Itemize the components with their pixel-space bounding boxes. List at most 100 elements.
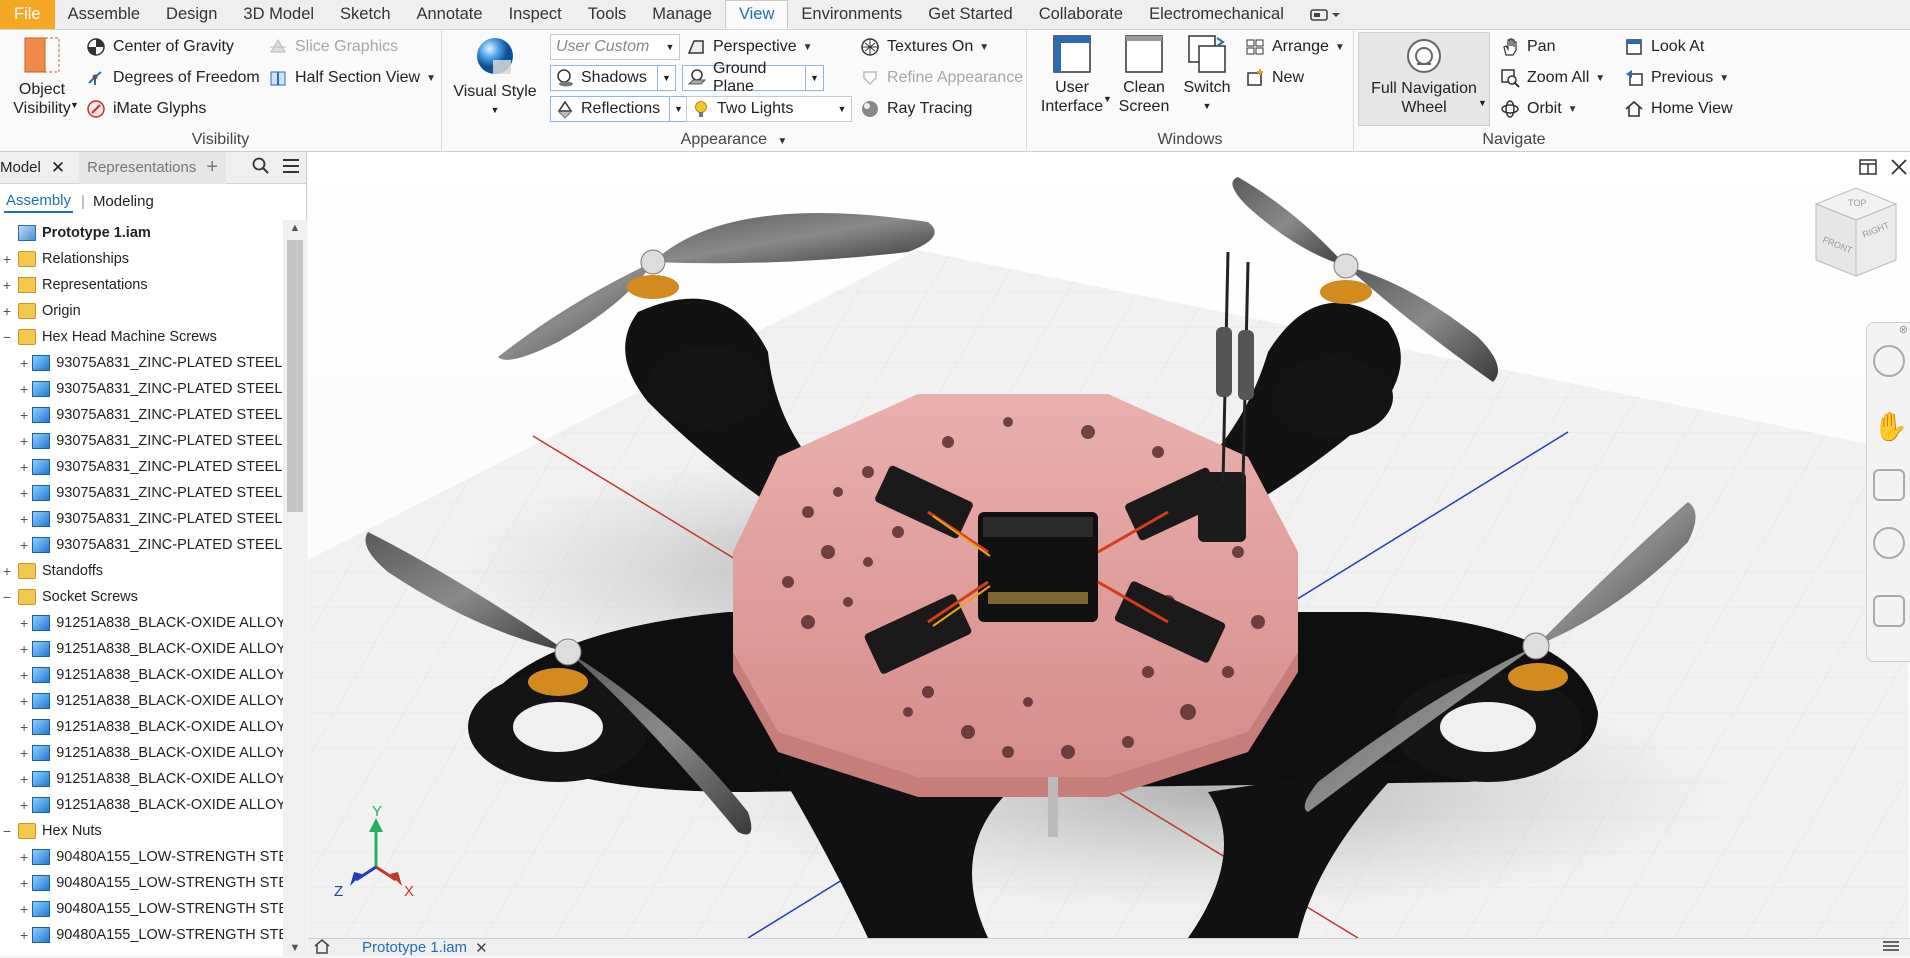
full-navigation-wheel-button[interactable]: Full Navigation Wheel [1358, 32, 1490, 126]
expand-icon[interactable]: + [20, 537, 28, 553]
object-visibility-button[interactable]: Object Visibility [6, 36, 78, 118]
tree-part-node[interactable]: +93075A831_ZINC-PLATED STEEL H [0, 428, 283, 454]
home-view-button[interactable]: Home View [1624, 96, 1733, 122]
object-visibility-caret-icon[interactable]: ▼ [70, 100, 79, 110]
document-tab[interactable]: Prototype 1.iam ✕ [362, 939, 488, 957]
expand-icon[interactable]: + [20, 485, 28, 501]
graphics-window[interactable]: Y X Z TOP FRONT RIGHT ⊗ ✋ [308, 152, 1910, 938]
reflections-caret-icon[interactable]: ▼ [669, 97, 687, 121]
expand-icon[interactable]: + [20, 355, 28, 371]
ray-tracing-button[interactable]: Ray Tracing [860, 96, 972, 122]
tab-view[interactable]: View [724, 0, 789, 29]
pan-button[interactable]: Pan [1500, 34, 1555, 60]
add-tab-icon[interactable]: + [206, 156, 218, 179]
tree-part-node[interactable]: +91251A838_BLACK-OXIDE ALLOY S [0, 688, 283, 714]
scroll-up-icon[interactable]: ▲ [283, 222, 307, 234]
viewport-close-icon[interactable] [1891, 159, 1907, 175]
half-section-caret-icon[interactable]: ▼ [426, 73, 436, 84]
tab-inspect[interactable]: Inspect [496, 0, 575, 29]
center-of-gravity-button[interactable]: Center of Gravity [86, 34, 234, 60]
navbar-look-at-icon[interactable] [1873, 595, 1905, 627]
browser-menu-icon[interactable] [282, 158, 300, 178]
tree-part-node[interactable]: +91251A838_BLACK-OXIDE ALLOY S [0, 636, 283, 662]
appearance-panel-title[interactable]: Appearance ▼ [442, 131, 1026, 149]
ground-plane-combo[interactable]: Ground Plane ▼ [682, 60, 824, 95]
tree-part-node[interactable]: +93075A831_ZINC-PLATED STEEL H [0, 402, 283, 428]
previous-caret-icon[interactable]: ▼ [1719, 73, 1729, 84]
tree-folder-node[interactable]: − Socket Screws [0, 584, 283, 610]
tab-representations[interactable]: Representations + [79, 151, 227, 184]
close-document-icon[interactable]: ✕ [475, 939, 488, 957]
scroll-down-icon[interactable]: ▼ [283, 942, 307, 954]
reflections-combo[interactable]: Reflections ▼ [550, 96, 688, 122]
collapse-icon[interactable]: − [0, 589, 14, 605]
tree-part-node[interactable]: +91251A838_BLACK-OXIDE ALLOY S [0, 740, 283, 766]
half-section-view-button[interactable]: Half Section View ▼ [268, 65, 436, 91]
collapse-icon[interactable]: − [0, 329, 14, 345]
expand-icon[interactable]: + [20, 407, 28, 423]
visual-style-button[interactable]: Visual Style ▼ [452, 34, 538, 120]
arrange-button[interactable]: Arrange ▼ [1245, 34, 1345, 60]
tab-3d-model[interactable]: 3D Model [230, 0, 327, 29]
expand-icon[interactable]: + [20, 719, 28, 735]
viewcube[interactable]: TOP FRONT RIGHT [1814, 187, 1898, 277]
expand-icon[interactable]: + [20, 511, 28, 527]
perspective-caret-icon[interactable]: ▼ [803, 42, 813, 53]
tree-part-node[interactable]: +93075A831_ZINC-PLATED STEEL H [0, 376, 283, 402]
tree-part-node[interactable]: +90480A155_LOW-STRENGTH STEE [0, 870, 283, 896]
new-window-button[interactable]: New [1245, 65, 1304, 91]
expand-icon[interactable]: + [20, 771, 28, 787]
tree-folder-node[interactable]: + Relationships [0, 246, 283, 272]
viewport-layout-icon[interactable] [1859, 159, 1877, 175]
user-interface-button[interactable]: User Interface [1041, 34, 1103, 116]
mode-assembly[interactable]: Assembly [4, 190, 74, 213]
expand-icon[interactable]: + [0, 303, 14, 319]
tree-part-node[interactable]: +91251A838_BLACK-OXIDE ALLOY S [0, 714, 283, 740]
user-interface-caret-icon[interactable]: ▼ [1103, 94, 1112, 104]
tree-part-node[interactable]: +91251A838_BLACK-OXIDE ALLOY S [0, 792, 283, 818]
tree-part-node[interactable]: +91251A838_BLACK-OXIDE ALLOY S [0, 610, 283, 636]
expand-icon[interactable]: + [20, 901, 28, 917]
navbar-wheel-icon[interactable] [1873, 345, 1905, 377]
switch-window-button[interactable]: Switch ▼ [1177, 34, 1237, 116]
tree-part-node[interactable]: +93075A831_ZINC-PLATED STEEL H [0, 350, 283, 376]
expand-icon[interactable]: + [20, 459, 28, 475]
tab-file[interactable]: File [0, 0, 55, 29]
degrees-of-freedom-button[interactable]: Degrees of Freedom [86, 65, 260, 91]
tree-part-node[interactable]: +93075A831_ZINC-PLATED STEEL H [0, 506, 283, 532]
tree-folder-node[interactable]: + Representations [0, 272, 283, 298]
expand-icon[interactable]: + [20, 875, 28, 891]
refine-appearance-button[interactable]: Refine Appearance [860, 65, 1023, 91]
shadows-caret-icon[interactable]: ▼ [657, 66, 675, 90]
textures-caret-icon[interactable]: ▼ [979, 42, 989, 53]
ground-plane-caret-icon[interactable]: ▼ [805, 66, 823, 90]
navigation-wheel-caret-icon[interactable]: ▼ [1478, 98, 1487, 108]
visual-style-combo-caret-icon[interactable]: ▼ [661, 35, 679, 59]
tree-part-node[interactable]: +90480A155_LOW-STRENGTH STEE [0, 922, 283, 948]
tab-annotate[interactable]: Annotate [404, 0, 496, 29]
tab-environments[interactable]: Environments [788, 0, 915, 29]
home-tab-icon[interactable] [308, 938, 336, 958]
shadows-combo[interactable]: Shadows ▼ [550, 65, 676, 91]
expand-icon[interactable]: + [0, 563, 14, 579]
tree-folder-node[interactable]: − Hex Head Machine Screws [0, 324, 283, 350]
tab-tools[interactable]: Tools [575, 0, 640, 29]
tab-model[interactable]: Model ✕ [0, 158, 71, 178]
expand-icon[interactable]: + [20, 381, 28, 397]
switch-caret-icon[interactable]: ▼ [1203, 97, 1212, 116]
lighting-combo[interactable]: Two Lights ▼ [686, 96, 852, 122]
visual-style-caret-icon[interactable]: ▼ [491, 101, 500, 120]
look-at-button[interactable]: Look At [1624, 34, 1704, 60]
browser-scrollbar[interactable]: ▲ ▼ [283, 220, 307, 956]
tree-part-node[interactable]: +93075A831_ZINC-PLATED STEEL H [0, 532, 283, 558]
navbar-close-icon[interactable]: ⊗ [1899, 323, 1908, 336]
tree-part-node[interactable]: +91251A838_BLACK-OXIDE ALLOY S [0, 766, 283, 792]
tree-folder-node[interactable]: − Hex Nuts [0, 818, 283, 844]
clean-screen-button[interactable]: Clean Screen [1115, 34, 1173, 116]
tree-root-node[interactable]: Prototype 1.iam [0, 220, 283, 246]
tab-collaborate[interactable]: Collaborate [1026, 0, 1136, 29]
visual-style-combo[interactable]: User Custom ▼ [550, 34, 680, 60]
tree-part-node[interactable]: +90480A155_LOW-STRENGTH STEE [0, 844, 283, 870]
ribbon-display-options-icon[interactable] [1297, 0, 1355, 29]
expand-icon[interactable]: + [20, 641, 28, 657]
